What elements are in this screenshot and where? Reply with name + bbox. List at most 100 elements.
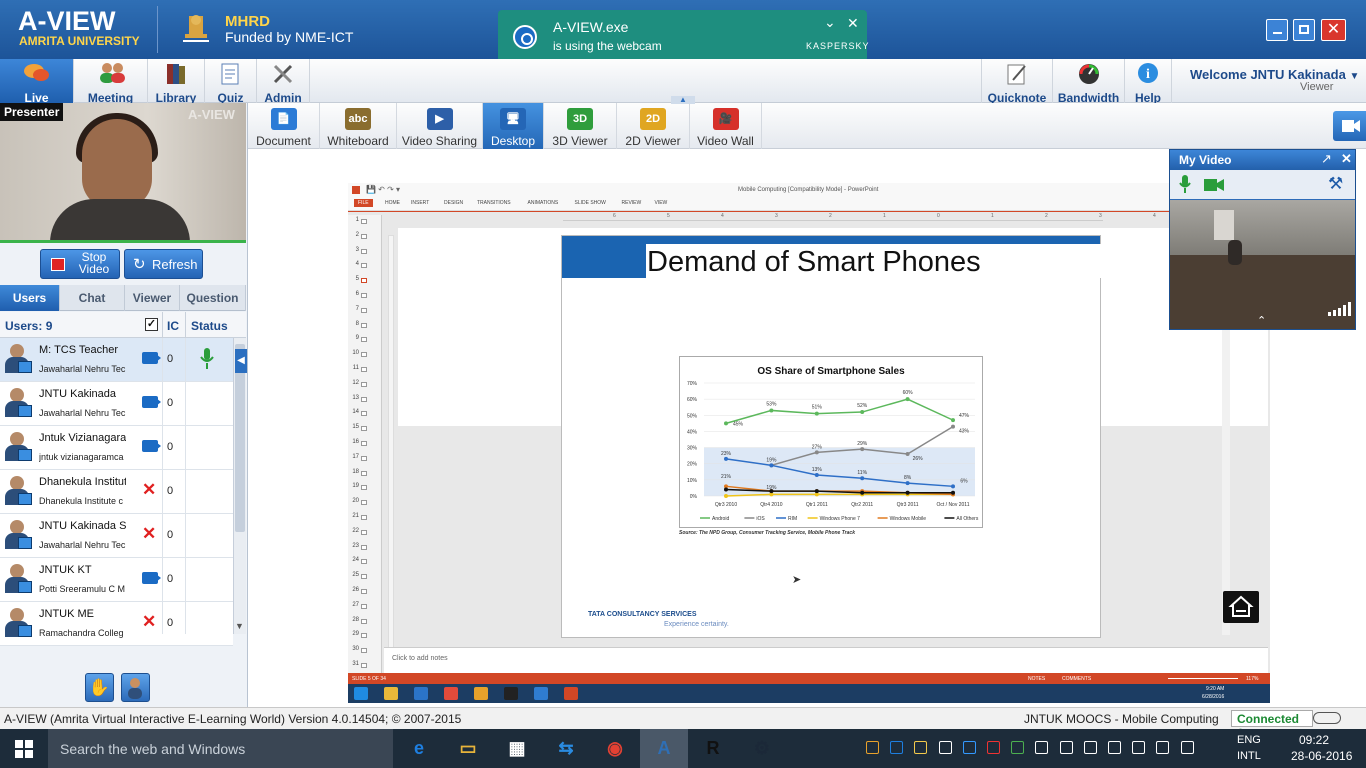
slide-thumbnail[interactable]: [361, 485, 367, 491]
chevron-down-icon[interactable]: ⌄: [824, 14, 836, 31]
raise-hand-button[interactable]: ✋: [85, 673, 114, 702]
tab-users[interactable]: Users: [0, 285, 60, 311]
user-row[interactable]: JNTU Kakinada Jawaharlal Nehru Tec 0: [0, 382, 233, 426]
nav-library[interactable]: Library: [148, 59, 205, 105]
slide-thumbnail[interactable]: [361, 219, 367, 224]
slide-thumbnail[interactable]: [361, 589, 367, 594]
user-row[interactable]: M: TCS Teacher Jawaharlal Nehru Tec 0: [0, 338, 233, 382]
slide-thumbnail[interactable]: [361, 603, 367, 609]
tray-icon[interactable]: [987, 741, 1000, 754]
slide-number[interactable]: 7: [349, 306, 359, 312]
tray-icon[interactable]: [890, 741, 904, 754]
settings-tools-icon[interactable]: ⚒: [1328, 174, 1343, 194]
user-list-scrollbar[interactable]: ▼: [233, 338, 246, 634]
tray-icon[interactable]: [1180, 741, 1194, 754]
ribbon-tab[interactable]: FILE: [354, 199, 373, 207]
nav-live-session[interactable]: Live Session: [0, 59, 74, 119]
slide-number[interactable]: 18: [349, 469, 359, 475]
tool-video-sharing[interactable]: ▶ Video Sharing: [397, 103, 483, 149]
remote-app-icon[interactable]: [534, 687, 548, 700]
slide-thumbnail[interactable]: [361, 426, 367, 432]
tray-icon[interactable]: [962, 741, 976, 754]
ribbon-tab[interactable]: REVIEW: [622, 200, 642, 206]
slide-thumbnail[interactable]: [361, 381, 367, 387]
slide-thumbnail[interactable]: [361, 278, 367, 284]
ribbon-tab[interactable]: INSERT: [411, 200, 429, 206]
scroll-down-icon[interactable]: ▼: [235, 621, 244, 631]
slide-thumbnail[interactable]: [361, 396, 367, 402]
slide-thumbnail[interactable]: [361, 293, 367, 298]
slide-thumbnail[interactable]: [361, 367, 367, 372]
slide-number[interactable]: 25: [349, 572, 359, 578]
slide-thumbnail[interactable]: [361, 322, 367, 328]
slide-number[interactable]: 2: [349, 232, 359, 238]
video-camera-icon[interactable]: [1204, 179, 1224, 191]
steam-icon[interactable]: ⚙: [738, 729, 786, 768]
slide-number[interactable]: 28: [349, 617, 359, 623]
select-all-checkbox[interactable]: ✓: [145, 318, 158, 331]
slide-thumbnail[interactable]: [361, 470, 367, 476]
tool-document[interactable]: 📄 Document: [248, 103, 320, 149]
remote-app-icon[interactable]: [474, 687, 488, 700]
slide-thumbnail[interactable]: [361, 352, 367, 358]
collapse-nav-button[interactable]: ▲: [671, 96, 695, 104]
slide-number[interactable]: 14: [349, 409, 359, 415]
tool-video-wall[interactable]: 🎥 Video Wall: [690, 103, 762, 149]
notes-pane[interactable]: Click to add notes: [384, 647, 1268, 673]
video-camera-icon[interactable]: [142, 352, 161, 364]
slide-number[interactable]: 21: [349, 513, 359, 519]
collapse-panel-button[interactable]: ◀: [235, 349, 247, 373]
slide-thumbnail[interactable]: [361, 411, 367, 417]
chrome-icon[interactable]: ◉: [591, 729, 639, 768]
ribbon-tab[interactable]: SLIDE SHOW: [575, 200, 606, 206]
slide-number[interactable]: 13: [349, 395, 359, 401]
slide-thumbnail[interactable]: [361, 529, 367, 535]
slide-number[interactable]: 31: [349, 661, 359, 667]
video-off-icon[interactable]: ✕: [142, 613, 158, 630]
nav-quicknote[interactable]: Quicknote: [981, 59, 1053, 105]
file-explorer-icon[interactable]: ▭: [444, 729, 492, 768]
ribbon-tab[interactable]: ANIMATIONS: [528, 200, 559, 206]
remote-app-icon[interactable]: [354, 687, 368, 700]
slide-thumbnail[interactable]: [361, 618, 367, 624]
clock-time[interactable]: 09:22: [1299, 733, 1329, 747]
slide-number[interactable]: 20: [349, 498, 359, 504]
notes-toggle[interactable]: NOTES: [1028, 676, 1045, 682]
user-row[interactable]: JNTUK ME Ramachandra Colleg ✕ 0: [0, 602, 233, 646]
slide-thumbnail[interactable]: [361, 633, 367, 639]
slide-number[interactable]: 6: [349, 291, 359, 297]
slide-number[interactable]: 30: [349, 646, 359, 652]
tab-viewer[interactable]: Viewer: [125, 285, 180, 311]
tray-icon[interactable]: [938, 741, 952, 754]
slide-number[interactable]: 27: [349, 602, 359, 608]
home-button[interactable]: [1223, 591, 1259, 623]
user-row[interactable]: JNTUK KT Potti Sreeramulu C M 0: [0, 558, 233, 602]
nav-help[interactable]: i Help: [1125, 59, 1172, 105]
slide-number[interactable]: 16: [349, 439, 359, 445]
slide-thumbnail[interactable]: [361, 441, 367, 446]
remote-app-icon[interactable]: [564, 687, 578, 700]
close-icon[interactable]: ✕: [847, 15, 859, 32]
taskbar-search-box[interactable]: Search the web and Windows: [48, 729, 393, 768]
slide-number[interactable]: 5: [349, 276, 359, 282]
tray-icon[interactable]: [1083, 741, 1097, 754]
ribbon-tab[interactable]: VIEW: [655, 200, 668, 206]
slide-number[interactable]: 11: [349, 365, 359, 371]
remote-app-icon[interactable]: [414, 687, 428, 700]
slide-number[interactable]: 17: [349, 454, 359, 460]
language-secondary[interactable]: INTL: [1237, 750, 1261, 762]
tool-whiteboard[interactable]: abc Whiteboard: [320, 103, 397, 149]
nav-bandwidth[interactable]: Bandwidth: [1053, 59, 1125, 105]
slide-number[interactable]: 29: [349, 631, 359, 637]
slide-number[interactable]: 24: [349, 557, 359, 563]
video-off-icon[interactable]: ✕: [142, 481, 158, 498]
windows-start-icon[interactable]: [15, 740, 33, 758]
close-icon[interactable]: ✕: [1341, 151, 1352, 167]
aview-icon[interactable]: A: [640, 729, 688, 768]
nav-meeting[interactable]: Meeting: [74, 59, 148, 105]
slide-thumbnail[interactable]: [361, 307, 367, 313]
edge-icon[interactable]: e: [395, 729, 443, 768]
user-profile-button[interactable]: [121, 673, 150, 702]
store-icon[interactable]: ▦: [493, 729, 541, 768]
tray-icon[interactable]: [1059, 741, 1073, 754]
